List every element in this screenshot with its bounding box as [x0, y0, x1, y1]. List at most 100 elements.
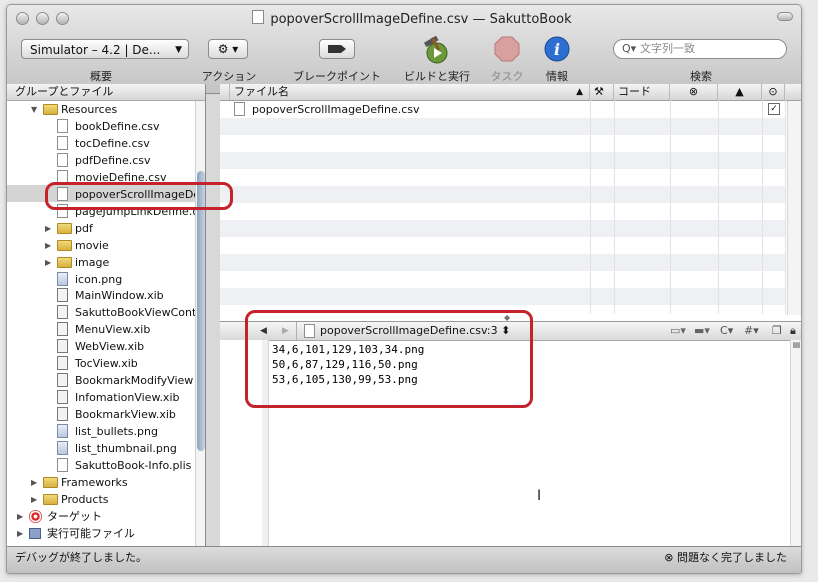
sidebar-item[interactable]: pdfDefine.csv	[7, 152, 195, 169]
sidebar-item-label: Products	[61, 492, 109, 506]
close-window-button[interactable]	[16, 12, 29, 25]
column-build-icon[interactable]: ⚒	[590, 84, 614, 100]
breakpoints-popup[interactable]: ▬▾	[694, 322, 710, 340]
stop-tasks-button[interactable]	[494, 36, 520, 62]
sidebar-item[interactable]: BookmarkView.xib	[7, 406, 195, 423]
split-editor-icon[interactable]: ▤	[791, 340, 801, 349]
disclosure-closed-icon[interactable]: ▶	[45, 237, 51, 254]
sidebar-item[interactable]: ▶ image	[7, 254, 195, 271]
gear-icon: ⚙ ▾	[217, 42, 239, 56]
folder-icon	[43, 476, 58, 488]
sidebar-item[interactable]: ▶ 実行可能ファイル	[7, 525, 195, 542]
editor-scrollbar[interactable]: ▤	[790, 340, 801, 546]
include-popup[interactable]: #▾	[744, 322, 759, 340]
file-icon	[57, 118, 68, 133]
list-stripe	[220, 118, 785, 135]
sidebar-item[interactable]: icon.png	[7, 271, 195, 288]
sidebar-item[interactable]: WebView.xib	[7, 338, 195, 355]
sidebar-item-label: InfomationView.xib	[75, 391, 180, 405]
build-run-button[interactable]	[421, 35, 453, 65]
search-field[interactable]: Q▾ 文字列一致	[613, 39, 787, 59]
column-warnings[interactable]: ▲	[718, 84, 762, 100]
sidebar-item[interactable]: ▶ pdf	[7, 220, 195, 237]
scheme-popup-value: Simulator – 4.2 | De...	[30, 43, 161, 57]
sidebar-item[interactable]: tocDefine.csv	[7, 135, 195, 152]
column-code[interactable]: コード	[614, 84, 670, 100]
list-stripe	[220, 271, 785, 288]
sidebar-item[interactable]: TocView.xib	[7, 355, 195, 372]
xib-file-icon	[57, 288, 68, 303]
sidebar-item[interactable]: bookDefine.csv	[7, 118, 195, 135]
sidebar-item[interactable]: SakuttoBook-Info.plis	[7, 457, 195, 474]
disclosure-closed-icon[interactable]: ▶	[45, 220, 51, 237]
sidebar-item-label: BookmarkModifyView	[75, 374, 194, 388]
disclosure-open-icon[interactable]: ▼	[31, 101, 37, 118]
csv-file-icon	[234, 102, 245, 116]
sidebar-item[interactable]: ▶ Frameworks	[7, 474, 195, 491]
sidebar-item[interactable]: InfomationView.xib	[7, 389, 195, 406]
sidebar-header: グループとファイル	[7, 84, 205, 101]
list-stripe	[220, 135, 785, 152]
bookmarks-popup[interactable]: ▭▾	[670, 322, 686, 340]
list-stripe	[220, 203, 785, 220]
file-list-row-name: popoverScrollImageDefine.csv	[252, 103, 420, 116]
column-target[interactable]: ⊙	[762, 84, 785, 100]
disclosure-closed-icon[interactable]: ▶	[31, 474, 37, 491]
text-cursor-icon: I	[537, 488, 542, 504]
column-filename[interactable]: ファイル名 ▲	[230, 84, 590, 100]
action-button[interactable]: ⚙ ▾	[208, 39, 248, 59]
disclosure-closed-icon[interactable]: ▶	[17, 525, 23, 542]
toolbar-toggle-button[interactable]	[777, 12, 793, 21]
file-icon	[57, 135, 68, 150]
class-popup[interactable]: C▾	[720, 322, 733, 340]
disclosure-closed-icon[interactable]: ▶	[17, 508, 23, 525]
sidebar-scrollbar[interactable]	[195, 101, 205, 546]
folder-icon	[57, 239, 72, 251]
breakpoint-button[interactable]	[319, 39, 355, 59]
sidebar-item-label: WebView.xib	[75, 340, 145, 354]
disclosure-closed-icon[interactable]: ▶	[31, 491, 37, 508]
main-area: ファイル名 ▲ ⚒ コード ⊗ ▲ ⊙ popoverScrollImageDef…	[220, 84, 801, 546]
xib-file-icon	[57, 373, 68, 388]
sidebar-item[interactable]: MenuView.xib	[7, 321, 195, 338]
popup-arrow-icon: ▼	[175, 45, 182, 55]
sidebar-item-label: Resources	[61, 103, 118, 116]
counterparts-button[interactable]: ❐	[772, 322, 782, 340]
sidebar-item[interactable]: ▶ Products	[7, 491, 195, 508]
app-window: popoverScrollImageDefine.csv — SakuttoBo…	[6, 4, 802, 574]
sidebar-item[interactable]: MainWindow.xib	[7, 287, 195, 304]
zoom-window-button[interactable]	[56, 12, 69, 25]
list-stripe	[220, 186, 785, 203]
column-errors[interactable]: ⊗	[670, 84, 718, 100]
sidebar-scroll-thumb[interactable]	[197, 171, 205, 451]
image-file-icon	[57, 271, 68, 286]
file-list-scrollbar[interactable]	[787, 101, 801, 315]
target-checkbox[interactable]: ✓	[768, 103, 780, 115]
sidebar-item[interactable]: ▼ Resources	[7, 101, 195, 118]
info-button[interactable]: i	[544, 36, 570, 62]
file-list-header: ファイル名 ▲ ⚒ コード ⊗ ▲ ⊙	[220, 84, 801, 101]
target-icon	[29, 509, 42, 523]
sidebar-item[interactable]: list_bullets.png	[7, 423, 195, 440]
scheme-popup[interactable]: Simulator – 4.2 | De... ▼	[21, 39, 189, 59]
folder-icon	[43, 104, 58, 115]
xib-file-icon	[57, 407, 68, 422]
file-list-row[interactable]: popoverScrollImageDefine.csv ✓	[220, 101, 785, 118]
lock-icon[interactable]: 🔒︎	[790, 322, 796, 340]
sidebar-item[interactable]: ▶ ターゲット	[7, 508, 195, 525]
sidebar-item-label: SakuttoBook-Info.plis	[75, 458, 192, 472]
minimize-window-button[interactable]	[36, 12, 49, 25]
column-divider	[762, 100, 763, 314]
sidebar-item-label: Frameworks	[61, 475, 128, 489]
image-file-icon	[57, 424, 68, 439]
disclosure-closed-icon[interactable]: ▶	[45, 254, 51, 271]
sidebar-item[interactable]: SakuttoBookViewCont	[7, 304, 196, 321]
sidebar-item[interactable]: ▶ movie	[7, 237, 195, 254]
column-divider	[670, 100, 671, 314]
include-popup-label: #	[744, 324, 754, 337]
sidebar-item[interactable]: list_thumbnail.png	[7, 440, 195, 457]
sidebar-item[interactable]: BookmarkModifyView	[7, 372, 195, 389]
sidebar-item-label: MainWindow.xib	[75, 289, 164, 303]
image-file-icon	[57, 441, 68, 455]
list-stripe	[220, 288, 785, 305]
